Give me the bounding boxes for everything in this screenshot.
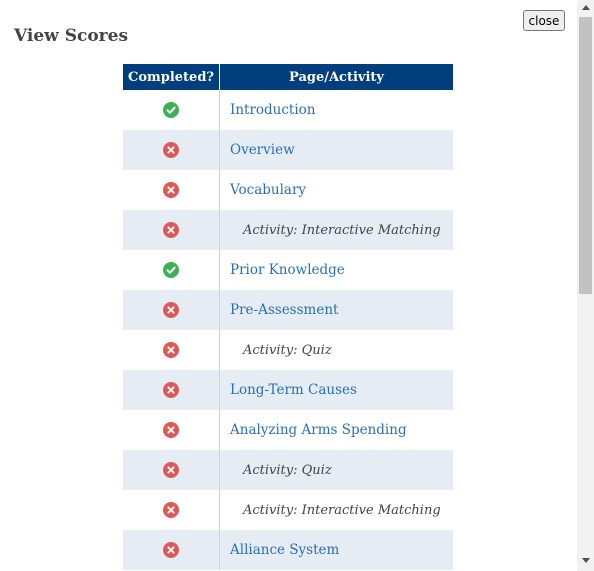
page-link[interactable]: Pre-Assessment [230,302,338,318]
table-row: Pre-Assessment [123,290,453,330]
activity-cell: Introduction [220,90,453,130]
x-circle-icon [163,222,179,238]
scrollbar-thumb[interactable] [579,17,592,294]
status-cell [123,450,220,490]
x-circle-icon [163,382,179,398]
x-circle-icon [163,502,179,518]
x-circle-icon [163,142,179,158]
table-row: Activity: Interactive Matching [123,490,453,530]
page-link[interactable]: Long-Term Causes [230,382,357,398]
table-row: Analyzing Arms Spending [123,410,453,450]
activity-cell: Overview [220,130,453,170]
table-row: Alliance System [123,530,453,570]
x-circle-icon [163,342,179,358]
scores-table: Completed? Page/Activity Introduction Ove… [123,64,453,570]
table-row: Activity: Quiz [123,330,453,370]
status-cell [123,90,220,130]
page-link[interactable]: Alliance System [230,542,339,558]
completed-column-header: Completed? [123,64,220,90]
status-cell [123,370,220,410]
table-row: Prior Knowledge [123,250,453,290]
activity-cell: Activity: Interactive Matching [220,210,453,250]
table-row: Activity: Interactive Matching [123,210,453,250]
activity-cell: Activity: Quiz [220,330,453,370]
check-circle-icon [163,262,179,278]
x-circle-icon [163,422,179,438]
status-cell [123,170,220,210]
status-cell [123,290,220,330]
page-link[interactable]: Overview [230,142,295,158]
activity-cell: Activity: Interactive Matching [220,490,453,530]
activity-label: Activity: Quiz [243,462,332,478]
page-link[interactable]: Introduction [230,102,316,118]
check-circle-icon [163,102,179,118]
close-button[interactable]: close [523,10,565,31]
activity-cell: Vocabulary [220,170,453,210]
table-row: Long-Term Causes [123,370,453,410]
table-row: Introduction [123,90,453,130]
status-cell [123,410,220,450]
activity-cell: Activity: Quiz [220,450,453,490]
status-cell [123,210,220,250]
dialog-title: View Scores [14,26,129,46]
page-link[interactable]: Analyzing Arms Spending [230,422,407,438]
activity-label: Activity: Interactive Matching [243,222,441,238]
scroll-down-arrow-icon[interactable] [582,558,590,563]
activity-cell: Pre-Assessment [220,290,453,330]
status-cell [123,250,220,290]
activity-cell: Long-Term Causes [220,370,453,410]
activity-cell: Alliance System [220,530,453,570]
activity-label: Activity: Quiz [243,342,332,358]
table-row: Vocabulary [123,170,453,210]
status-cell [123,490,220,530]
x-circle-icon [163,542,179,558]
status-cell [123,330,220,370]
status-cell [123,130,220,170]
x-circle-icon [163,182,179,198]
activity-cell: Analyzing Arms Spending [220,410,453,450]
page-link[interactable]: Prior Knowledge [230,262,345,278]
table-row: Activity: Quiz [123,450,453,490]
page-link[interactable]: Vocabulary [230,182,306,198]
activity-cell: Prior Knowledge [220,250,453,290]
x-circle-icon [163,302,179,318]
table-body: Introduction Overview Vocabulary Activity: … [123,90,453,570]
page-column-header: Page/Activity [289,69,384,85]
status-cell [123,530,220,570]
activity-label: Activity: Interactive Matching [243,502,441,518]
table-row: Overview [123,130,453,170]
scroll-up-arrow-icon[interactable] [582,5,590,10]
table-header: Completed? Page/Activity [123,64,453,90]
x-circle-icon [163,462,179,478]
